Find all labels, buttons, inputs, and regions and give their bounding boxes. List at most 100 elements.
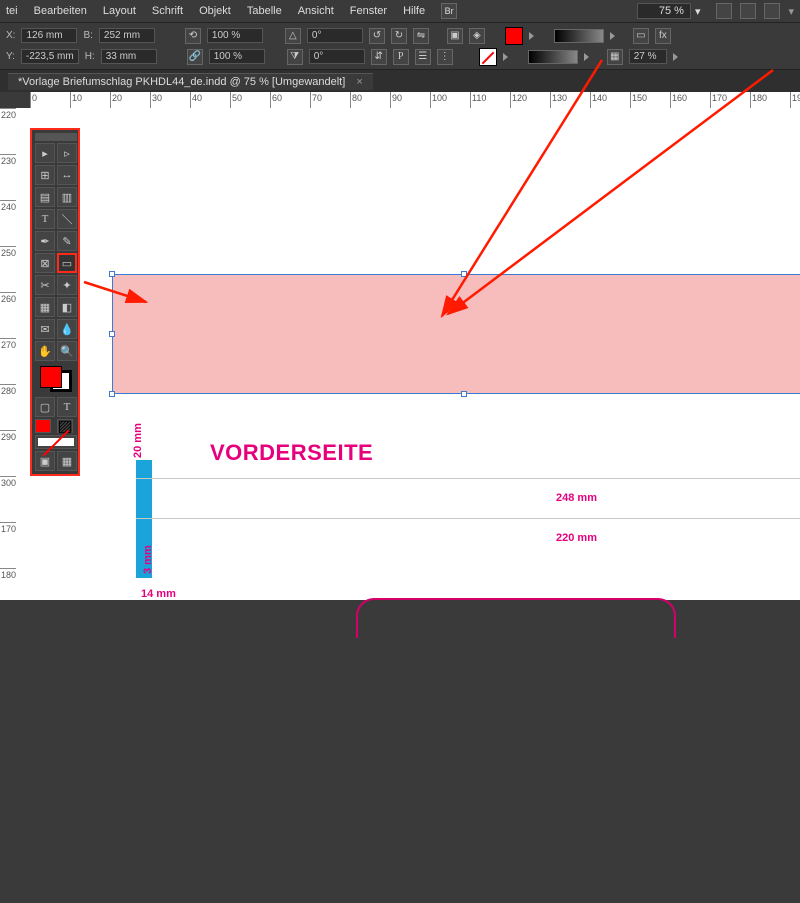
rotate-field[interactable]: 0°	[307, 28, 363, 43]
select-content-icon[interactable]: ◈	[469, 28, 485, 44]
menu-object[interactable]: Objekt	[199, 5, 231, 17]
flip-h-icon[interactable]: ⇋	[413, 28, 429, 44]
gap-tool[interactable]: ↔	[57, 165, 77, 185]
guide-line-1	[136, 478, 800, 479]
scale-x-field[interactable]: 100 %	[207, 28, 263, 43]
gradient-flyout-icon[interactable]	[610, 32, 615, 40]
paragraph-icon[interactable]: P	[393, 49, 409, 65]
dimension-248: 248 mm	[556, 492, 597, 504]
menu-type[interactable]: Schrift	[152, 5, 183, 17]
rotate-icon[interactable]: △	[285, 28, 301, 44]
hand-tool[interactable]: ✋	[35, 341, 55, 361]
effects-icon[interactable]: fx	[655, 28, 671, 44]
gradient-swatch-tool[interactable]: ▦	[35, 297, 55, 317]
zoom-level[interactable]: 75 % ▾	[637, 3, 701, 19]
formatting-container-icon[interactable]: ▢	[35, 397, 55, 417]
pen-tool[interactable]: ✒	[35, 231, 55, 251]
w-field[interactable]: 252 mm	[99, 28, 155, 43]
content-collector-tool[interactable]: ▤	[35, 187, 55, 207]
drop-shadow-icon[interactable]: ▦	[607, 49, 623, 65]
pencil-tool[interactable]: ✎	[57, 231, 77, 251]
menu-bar: tei Bearbeiten Layout Schrift Objekt Tab…	[0, 0, 800, 22]
content-placer-tool[interactable]: ▥	[57, 187, 77, 207]
scale-link-icon[interactable]: 🔗	[187, 49, 203, 65]
y-field[interactable]: -223,5 mm	[21, 49, 79, 64]
chevron-down-icon: ▾	[695, 5, 701, 18]
shear-icon[interactable]: ⧩	[287, 49, 303, 65]
stroke-color-swatch[interactable]	[479, 48, 497, 66]
fill-flyout-icon[interactable]	[529, 32, 534, 40]
y-label: Y:	[6, 51, 15, 62]
menu-file[interactable]: tei	[6, 5, 18, 17]
frame-tool[interactable]: ⊠	[35, 253, 55, 273]
scale-lock-icon[interactable]: ⟲	[185, 28, 201, 44]
opacity-field[interactable]: 27 %	[629, 49, 667, 64]
distribute-icon[interactable]: ⋮	[437, 49, 453, 65]
document-tab-label: *Vorlage Briefumschlag PKHDL44_de.indd @…	[18, 76, 345, 88]
note-tool[interactable]: ✉	[35, 319, 55, 339]
bridge-icon[interactable]: Br	[441, 3, 457, 19]
fill-stroke-proxy[interactable]	[40, 366, 72, 392]
menu-layout[interactable]: Layout	[103, 5, 136, 17]
horizontal-ruler[interactable]: 0102030405060708090100110120130140150160…	[0, 92, 800, 108]
guide-line-2	[136, 518, 800, 519]
shear-field[interactable]: 0°	[309, 49, 365, 64]
fill-proxy[interactable]	[40, 366, 62, 388]
apply-none-icon[interactable]	[35, 435, 77, 449]
free-transform-tool[interactable]: ✦	[57, 275, 77, 295]
corner-options-icon[interactable]: ▭	[633, 28, 649, 44]
apply-color-icon[interactable]	[35, 419, 51, 433]
fill-color-swatch[interactable]	[505, 27, 523, 45]
menu-edit[interactable]: Bearbeiten	[34, 5, 87, 17]
rotate-ccw-icon[interactable]: ↺	[369, 28, 385, 44]
panel-grip[interactable]	[35, 133, 77, 141]
page-tool[interactable]: ⊞	[35, 165, 55, 185]
zoom-field[interactable]: 75 %	[637, 3, 691, 19]
line-tool[interactable]: ＼	[57, 209, 77, 229]
close-tab-icon[interactable]: ×	[356, 76, 362, 88]
type-tool[interactable]: T	[35, 209, 55, 229]
select-container-icon[interactable]: ▣	[447, 28, 463, 44]
stroke-gradient-preview[interactable]	[528, 50, 578, 64]
screen-mode-icon[interactable]	[740, 3, 756, 19]
scissors-tool[interactable]: ✂	[35, 275, 55, 295]
stroke-flyout-icon[interactable]	[503, 53, 508, 61]
view-mode-preview-icon[interactable]: ▦	[57, 451, 77, 471]
menu-table[interactable]: Tabelle	[247, 5, 282, 17]
ruler-origin[interactable]	[0, 92, 30, 108]
rotate-cw-icon[interactable]: ↻	[391, 28, 407, 44]
menu-view[interactable]: Ansicht	[298, 5, 334, 17]
align-icon[interactable]: ☰	[415, 49, 431, 65]
arrange-icon[interactable]	[764, 3, 780, 19]
selection-tool[interactable]: ▸	[35, 143, 55, 163]
window-cutout	[356, 598, 676, 638]
resize-handle-tm[interactable]	[461, 271, 467, 277]
resize-handle-ml[interactable]	[109, 331, 115, 337]
dimension-20: 20 mm	[132, 423, 144, 458]
eyedropper-tool[interactable]: 💧	[57, 319, 77, 339]
resize-handle-bl[interactable]	[109, 391, 115, 397]
opacity-flyout-icon[interactable]	[673, 53, 678, 61]
gradient-preview[interactable]	[554, 29, 604, 43]
x-field[interactable]: 126 mm	[21, 28, 77, 43]
selected-rectangle[interactable]	[112, 274, 800, 394]
flip-v-icon[interactable]: ⇵	[371, 49, 387, 65]
document-tab[interactable]: *Vorlage Briefumschlag PKHDL44_de.indd @…	[8, 73, 373, 90]
formatting-text-icon[interactable]: T	[57, 397, 77, 417]
front-side-label: VORDERSEITE	[210, 440, 373, 466]
scale-y-field[interactable]: 100 %	[209, 49, 265, 64]
menu-help[interactable]: Hilfe	[403, 5, 425, 17]
h-field[interactable]: 33 mm	[101, 49, 157, 64]
zoom-tool[interactable]: 🔍	[57, 341, 77, 361]
resize-handle-tl[interactable]	[109, 271, 115, 277]
document-canvas[interactable]: VORDERSEITE 248 mm 220 mm 20 mm 14 mm 3 …	[16, 108, 800, 600]
menu-window[interactable]: Fenster	[350, 5, 387, 17]
gradient-feather-tool[interactable]: ◧	[57, 297, 77, 317]
rectangle-tool[interactable]: ▭	[57, 253, 77, 273]
direct-selection-tool[interactable]: ▹	[57, 143, 77, 163]
w-label: B:	[83, 30, 92, 41]
resize-handle-bm[interactable]	[461, 391, 467, 397]
vertical-ruler[interactable]: 220230240250260270280290300170180	[0, 108, 16, 600]
view-mode-icon[interactable]	[716, 3, 732, 19]
stroke-grad-flyout-icon[interactable]	[584, 53, 589, 61]
